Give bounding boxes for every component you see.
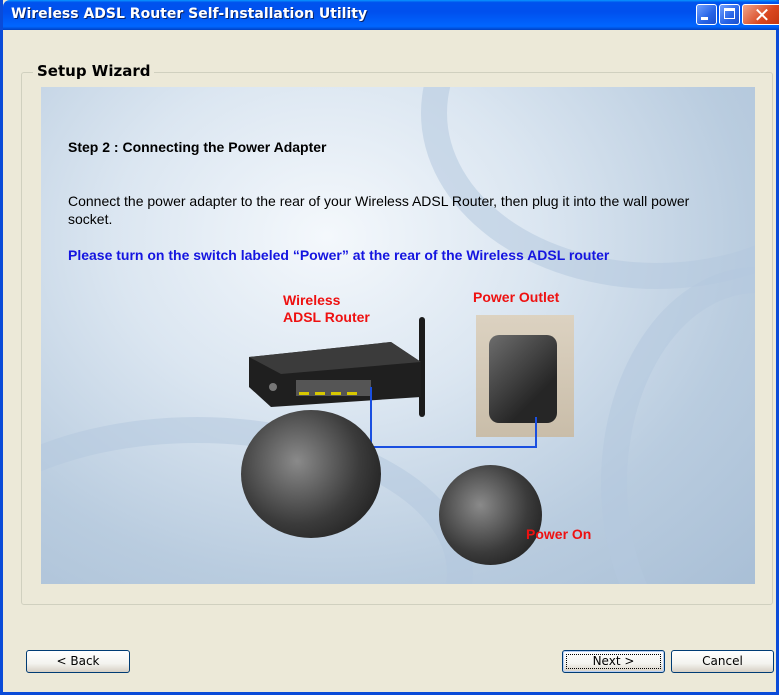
cancel-button[interactable]: Cancel xyxy=(671,650,774,673)
close-button[interactable]: ✕ xyxy=(742,3,779,27)
wizard-window: Wireless ADSL Router Self-Installation U… xyxy=(0,0,779,695)
window-title: Wireless ADSL Router Self-Installation U… xyxy=(11,6,368,22)
power-switch-note: Please turn on the switch labeled “Power… xyxy=(68,247,610,263)
connector-line xyxy=(370,387,537,448)
back-button[interactable]: < Back xyxy=(26,650,130,673)
title-bar[interactable]: Wireless ADSL Router Self-Installation U… xyxy=(3,0,779,30)
next-button[interactable]: Next > xyxy=(562,650,665,673)
router-port-led xyxy=(299,392,309,395)
maximize-button[interactable] xyxy=(719,4,740,25)
maximize-icon xyxy=(724,8,735,19)
router-port-led xyxy=(331,392,341,395)
focus-ring xyxy=(566,654,661,669)
background-cable-decoration xyxy=(601,267,755,584)
connector-polyline xyxy=(370,387,537,448)
group-title: Setup Wizard xyxy=(33,62,155,80)
router-label-line1: Wireless xyxy=(283,292,341,308)
power-switch-closeup xyxy=(439,465,542,565)
power-jack-closeup xyxy=(241,410,381,538)
router-port-led xyxy=(315,392,325,395)
instruction-panel: Step 2 : Connecting the Power Adapter Co… xyxy=(41,87,755,584)
minimize-icon xyxy=(701,17,708,20)
close-icon: ✕ xyxy=(753,3,771,27)
router-port-led xyxy=(347,392,357,395)
step-description: Connect the power adapter to the rear of… xyxy=(68,193,690,227)
router-power-jack xyxy=(269,383,277,391)
power-on-label: Power On xyxy=(526,526,592,542)
power-outlet-label: Power Outlet xyxy=(473,289,560,305)
minimize-button[interactable] xyxy=(696,4,717,25)
step-title: Step 2 : Connecting the Power Adapter xyxy=(68,139,327,155)
